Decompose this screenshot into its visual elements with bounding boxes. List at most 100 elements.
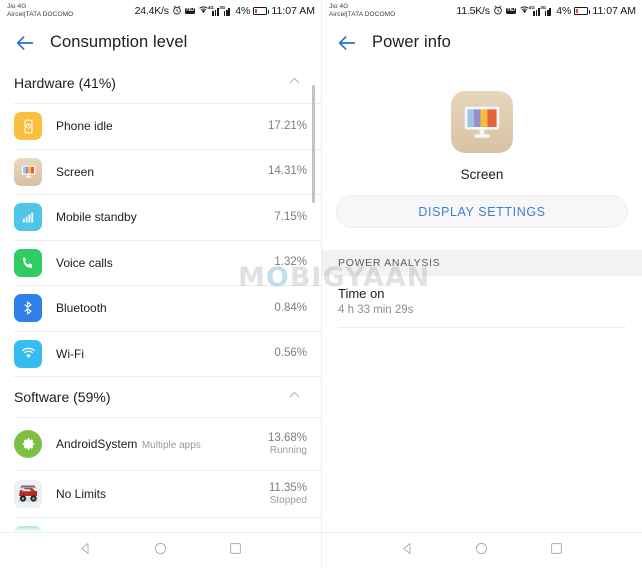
section-header-hardware[interactable]: Hardware (41%) bbox=[0, 63, 321, 103]
consumption-list[interactable]: Hardware (41%) Phone idle 17.21% Screen … bbox=[0, 63, 321, 532]
battery-icon bbox=[253, 7, 270, 15]
item-info: Voice calls bbox=[56, 254, 266, 272]
item-info: AndroidSystem Multiple apps bbox=[56, 435, 260, 453]
list-item[interactable]: Android OS 6.88% bbox=[0, 518, 321, 532]
carrier-line-2: Aircel|TATA DOCOMO bbox=[7, 10, 74, 18]
item-subtitle: Multiple apps bbox=[141, 440, 201, 451]
chevron-up-icon[interactable] bbox=[286, 72, 303, 94]
power-info-content: Screen DISPLAY SETTINGS POWER ANALYSIS T… bbox=[322, 63, 642, 532]
bluetooth-icon bbox=[14, 294, 42, 323]
item-name: AndroidSystem bbox=[56, 437, 138, 451]
navigation-bar bbox=[0, 532, 321, 568]
app-bar: Power info bbox=[322, 22, 642, 63]
item-percent: 14.31% bbox=[267, 165, 307, 178]
hd-icon: HD bbox=[184, 7, 196, 15]
hd-icon: HD bbox=[505, 7, 517, 15]
battery-percent: 4% bbox=[556, 5, 572, 17]
item-metrics: 0.56% bbox=[274, 347, 307, 360]
clock-time: 11:07 AM bbox=[271, 5, 315, 17]
car-game-icon bbox=[14, 480, 42, 508]
back-triangle-icon[interactable] bbox=[400, 541, 415, 561]
item-metrics: 1.32% bbox=[274, 256, 307, 269]
status-bar: Jio 4G Aircel|TATA DOCOMO 11.5K/s HD 4G … bbox=[322, 0, 642, 22]
page-title: Consumption level bbox=[50, 33, 188, 51]
item-metrics: 11.35% Stopped bbox=[269, 482, 307, 507]
item-info: No Limits bbox=[56, 485, 261, 503]
alarm-icon bbox=[172, 5, 182, 18]
list-item[interactable]: AndroidSystem Multiple apps 13.68% Runni… bbox=[0, 418, 321, 470]
recents-square-icon[interactable] bbox=[228, 541, 243, 561]
divider bbox=[338, 327, 626, 328]
hero-section: Screen bbox=[322, 63, 642, 182]
item-metrics: 14.31% bbox=[268, 165, 307, 178]
signal-icon bbox=[14, 203, 42, 232]
section-label: POWER ANALYSIS bbox=[338, 257, 441, 269]
status-icons: 24.4K/s HD 4G 3G 4% 11:07 AM bbox=[135, 5, 315, 18]
app-bar: Consumption level bbox=[0, 22, 321, 63]
item-name: Screen bbox=[56, 164, 95, 179]
item-info: Screen bbox=[56, 163, 260, 181]
section-header-software[interactable]: Software (59%) bbox=[0, 377, 321, 417]
section-label: Hardware (41%) bbox=[14, 75, 116, 91]
back-button[interactable] bbox=[336, 32, 358, 54]
item-metrics: 13.68% Running bbox=[268, 432, 307, 457]
list-item[interactable]: No Limits 11.35% Stopped bbox=[0, 471, 321, 517]
item-name: Wi-Fi bbox=[56, 346, 84, 361]
home-circle-icon[interactable] bbox=[474, 541, 489, 561]
gear-icon bbox=[14, 430, 42, 458]
status-bar: Jio 4G Aircel|TATA DOCOMO 24.4K/s HD 4G … bbox=[0, 0, 321, 22]
home-circle-icon[interactable] bbox=[153, 541, 168, 561]
section-label: Software (59%) bbox=[14, 389, 111, 405]
item-percent: 17.21% bbox=[267, 119, 307, 132]
item-name: Bluetooth bbox=[56, 301, 107, 316]
recents-square-icon[interactable] bbox=[549, 541, 564, 561]
battery-icon bbox=[574, 7, 591, 15]
list-item[interactable]: Bluetooth 0.84% bbox=[0, 286, 321, 331]
item-percent: 1.32% bbox=[274, 256, 307, 269]
item-info: Wi-Fi bbox=[56, 345, 266, 363]
alarm-icon bbox=[493, 5, 503, 18]
item-info: Phone idle bbox=[56, 117, 260, 135]
signal-3g-label: 3G bbox=[219, 4, 226, 10]
carrier-info: Jio 4G Aircel|TATA DOCOMO bbox=[7, 3, 74, 18]
item-percent: 7.15% bbox=[274, 210, 307, 223]
right-phone-screen: Jio 4G Aircel|TATA DOCOMO 11.5K/s HD 4G … bbox=[321, 0, 642, 568]
list-item[interactable]: Voice calls 1.32% bbox=[0, 241, 321, 286]
item-metrics: 0.84% bbox=[274, 302, 307, 315]
screen-icon bbox=[14, 157, 42, 186]
carrier-line-2: Aircel|TATA DOCOMO bbox=[329, 10, 396, 18]
signal-3g-icon: 3G bbox=[219, 5, 232, 16]
phone-call-icon bbox=[14, 248, 42, 277]
item-percent: 0.84% bbox=[274, 301, 307, 314]
analysis-value: 4 h 33 min 29s bbox=[338, 304, 414, 316]
item-name: Mobile standby bbox=[56, 210, 137, 225]
wifi-icon bbox=[14, 339, 42, 368]
network-speed: 24.4K/s bbox=[134, 5, 169, 17]
page-title: Power info bbox=[372, 33, 451, 51]
item-info: Bluetooth bbox=[56, 299, 266, 317]
carrier-line-1: Jio 4G bbox=[7, 3, 27, 10]
network-speed: 11.5K/s bbox=[456, 5, 490, 17]
clock-time: 11:07 AM bbox=[592, 5, 636, 17]
chevron-up-icon[interactable] bbox=[286, 386, 303, 408]
item-state: Stopped bbox=[269, 494, 307, 506]
item-state: Running bbox=[269, 444, 307, 456]
navigation-bar bbox=[322, 532, 642, 568]
list-item[interactable]: Phone idle 17.21% bbox=[0, 104, 321, 149]
signal-4g-label: 4G bbox=[207, 4, 214, 10]
back-triangle-icon[interactable] bbox=[78, 541, 93, 561]
item-percent: 0.56% bbox=[274, 347, 307, 360]
scrollbar[interactable] bbox=[312, 85, 315, 203]
status-icons: 11.5K/s HD 4G 3G 4% 11:07 AM bbox=[456, 5, 636, 18]
list-item[interactable]: Screen 14.31% bbox=[0, 150, 321, 195]
display-settings-button[interactable]: DISPLAY SETTINGS bbox=[336, 195, 628, 228]
back-button[interactable] bbox=[14, 32, 36, 54]
signal-3g-label: 3G bbox=[540, 4, 547, 10]
item-metrics: 17.21% bbox=[268, 120, 307, 133]
item-name: No Limits bbox=[56, 487, 107, 501]
list-item[interactable]: Mobile standby 7.15% bbox=[0, 195, 321, 240]
android-icon bbox=[14, 526, 42, 532]
list-item[interactable]: Wi-Fi 0.56% bbox=[0, 332, 321, 377]
analysis-key: Time on bbox=[338, 286, 385, 301]
item-info: Android OS bbox=[56, 531, 266, 532]
